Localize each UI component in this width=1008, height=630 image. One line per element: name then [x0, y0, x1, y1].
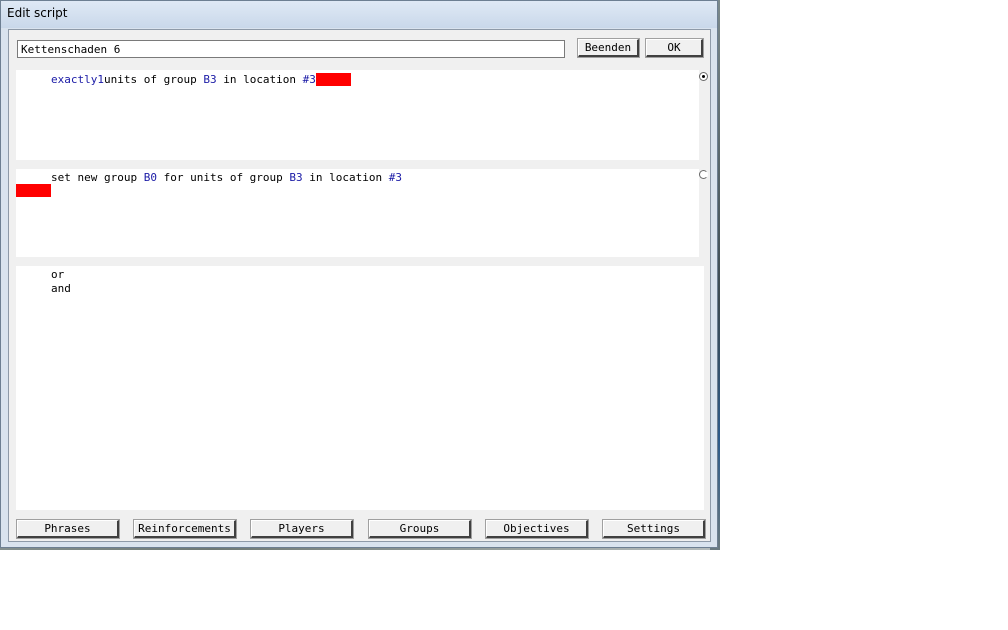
connector-or[interactable]: or — [51, 268, 64, 281]
action-pane[interactable]: set new group B0 for units of group B3 i… — [16, 169, 699, 257]
connector-and[interactable]: and — [51, 282, 71, 295]
quantity-keyword[interactable]: exactly1 — [51, 73, 104, 86]
action-line[interactable]: set new group B0 for units of group B3 i… — [51, 171, 402, 184]
action-text-1: set new group — [51, 171, 144, 184]
location-keyword[interactable]: #3 — [389, 171, 402, 184]
edit-script-dialog: Edit script Beenden OK exactly1units of … — [0, 0, 718, 548]
condition-text-2: in location — [216, 73, 303, 86]
condition-text-1: units of group — [103, 73, 204, 86]
reinforcements-button[interactable]: Reinforcements — [133, 519, 237, 539]
condition-radio[interactable] — [699, 72, 708, 81]
script-name-input[interactable] — [17, 40, 565, 58]
missing-value-marker[interactable] — [16, 184, 51, 197]
groups-button[interactable]: Groups — [368, 519, 472, 539]
end-button[interactable]: Beenden — [577, 38, 640, 58]
dialog-client-area: Beenden OK exactly1units of group B3 in … — [8, 29, 711, 542]
action-text-2: for units of group — [156, 171, 290, 184]
title-bar[interactable]: Edit script — [1, 1, 717, 28]
action-text-3: in location — [302, 171, 389, 184]
group-keyword[interactable]: B3 — [289, 171, 302, 184]
objectives-button[interactable]: Objectives — [485, 519, 589, 539]
group-keyword[interactable]: B3 — [203, 73, 216, 86]
ok-button[interactable]: OK — [645, 38, 704, 58]
condition-line[interactable]: exactly1units of group B3 in location #3 — [51, 73, 351, 86]
new-group-keyword[interactable]: B0 — [144, 171, 157, 184]
condition-pane[interactable]: exactly1units of group B3 in location #3 — [16, 70, 699, 160]
phrases-button[interactable]: Phrases — [16, 519, 120, 539]
settings-button[interactable]: Settings — [602, 519, 706, 539]
connector-pane[interactable]: or and — [16, 266, 704, 510]
action-radio[interactable] — [699, 170, 708, 179]
location-keyword[interactable]: #3 — [303, 73, 316, 86]
window-title: Edit script — [7, 6, 68, 20]
players-button[interactable]: Players — [250, 519, 354, 539]
missing-value-marker[interactable] — [315, 73, 351, 86]
